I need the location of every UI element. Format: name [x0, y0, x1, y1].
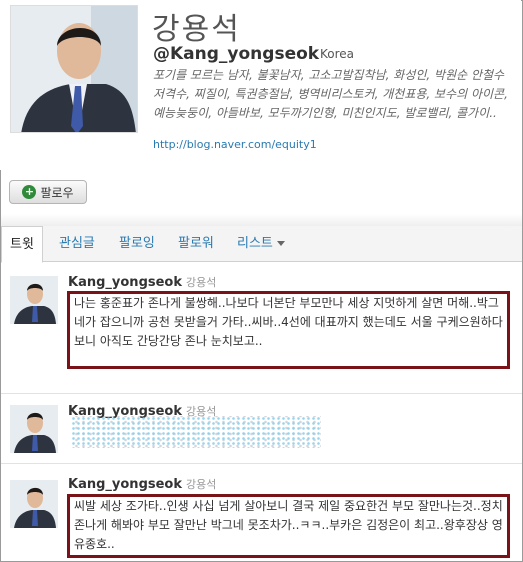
divider-shade — [1, 214, 522, 226]
tab-tweets[interactable]: 트윗 — [1, 226, 43, 263]
tab-tweets-label: 트윗 — [10, 237, 34, 252]
redacted-tweet-text — [71, 416, 321, 448]
profile-bio: 포기를 모르는 남자, 불꽃남자, 고소고발집착남, 화성인, 박원순 안철수 … — [153, 68, 508, 120]
profile-url-link[interactable]: http://blog.naver.com/equity1 — [153, 138, 317, 151]
tweet-text: 나는 홍준표가 존나게 불쌍해..나보다 너본단 부모만나 세상 지멋하게 살면… — [67, 291, 510, 369]
tab-following-label: 팔로잉 — [119, 236, 155, 251]
tweet-item[interactable]: Kang_yongseok 강용석 씨발 세상 조가타..인생 사십 넘게 살아보… — [1, 464, 522, 562]
tweet-text: 씨발 세상 조가타..인생 사십 넘게 살아보니 결국 제일 중요한건 부모 잘… — [67, 494, 510, 558]
chevron-down-icon — [276, 241, 285, 246]
tweet-avatar[interactable] — [10, 405, 58, 453]
tab-favorites[interactable]: 관심글 — [59, 226, 95, 262]
tweet-author-name: 강용석 — [186, 478, 217, 491]
tweet-author[interactable]: Kang_yongseok 강용석 — [68, 274, 216, 290]
tweet-avatar[interactable] — [10, 276, 58, 324]
tweet-author-handle: Kang_yongseok — [68, 477, 183, 492]
profile-name: 강용석 — [152, 12, 241, 47]
plus-circle-icon: + — [22, 185, 37, 199]
profile-avatar — [10, 5, 138, 133]
tab-following[interactable]: 팔로잉 — [119, 226, 155, 262]
tab-lists-label: 리스트 — [237, 236, 273, 251]
tab-favorites-label: 관심글 — [59, 236, 95, 251]
tab-followers[interactable]: 팔로워 — [178, 226, 214, 262]
profile-header: 강용석 @Kang_yongseok Korea 포기를 모르는 남자, 불꽃남… — [0, 0, 521, 170]
tweet-author-handle: Kang_yongseok — [68, 275, 183, 290]
tweet-avatar[interactable] — [10, 480, 58, 528]
profile-handle: @Kang_yongseok — [153, 44, 320, 64]
follow-button-label: 팔로우 — [40, 185, 74, 200]
profile-tabs: 트윗 관심글 팔로잉 팔로워 리스트 — [1, 226, 522, 263]
tweet-item[interactable]: Kang_yongseok 강용석 나는 홍준표가 존나게 불쌍해..나보다 너본… — [1, 264, 522, 394]
tweet-item[interactable]: Kang_yongseok 강용석 — [1, 394, 522, 464]
tab-followers-label: 팔로워 — [178, 236, 214, 251]
tweet-author[interactable]: Kang_yongseok 강용석 — [68, 476, 216, 492]
tweet-author-name: 강용석 — [186, 276, 217, 289]
profile-location: Korea — [320, 47, 355, 61]
follow-button[interactable]: + 팔로우 — [9, 180, 87, 204]
tab-lists[interactable]: 리스트 — [237, 226, 285, 262]
